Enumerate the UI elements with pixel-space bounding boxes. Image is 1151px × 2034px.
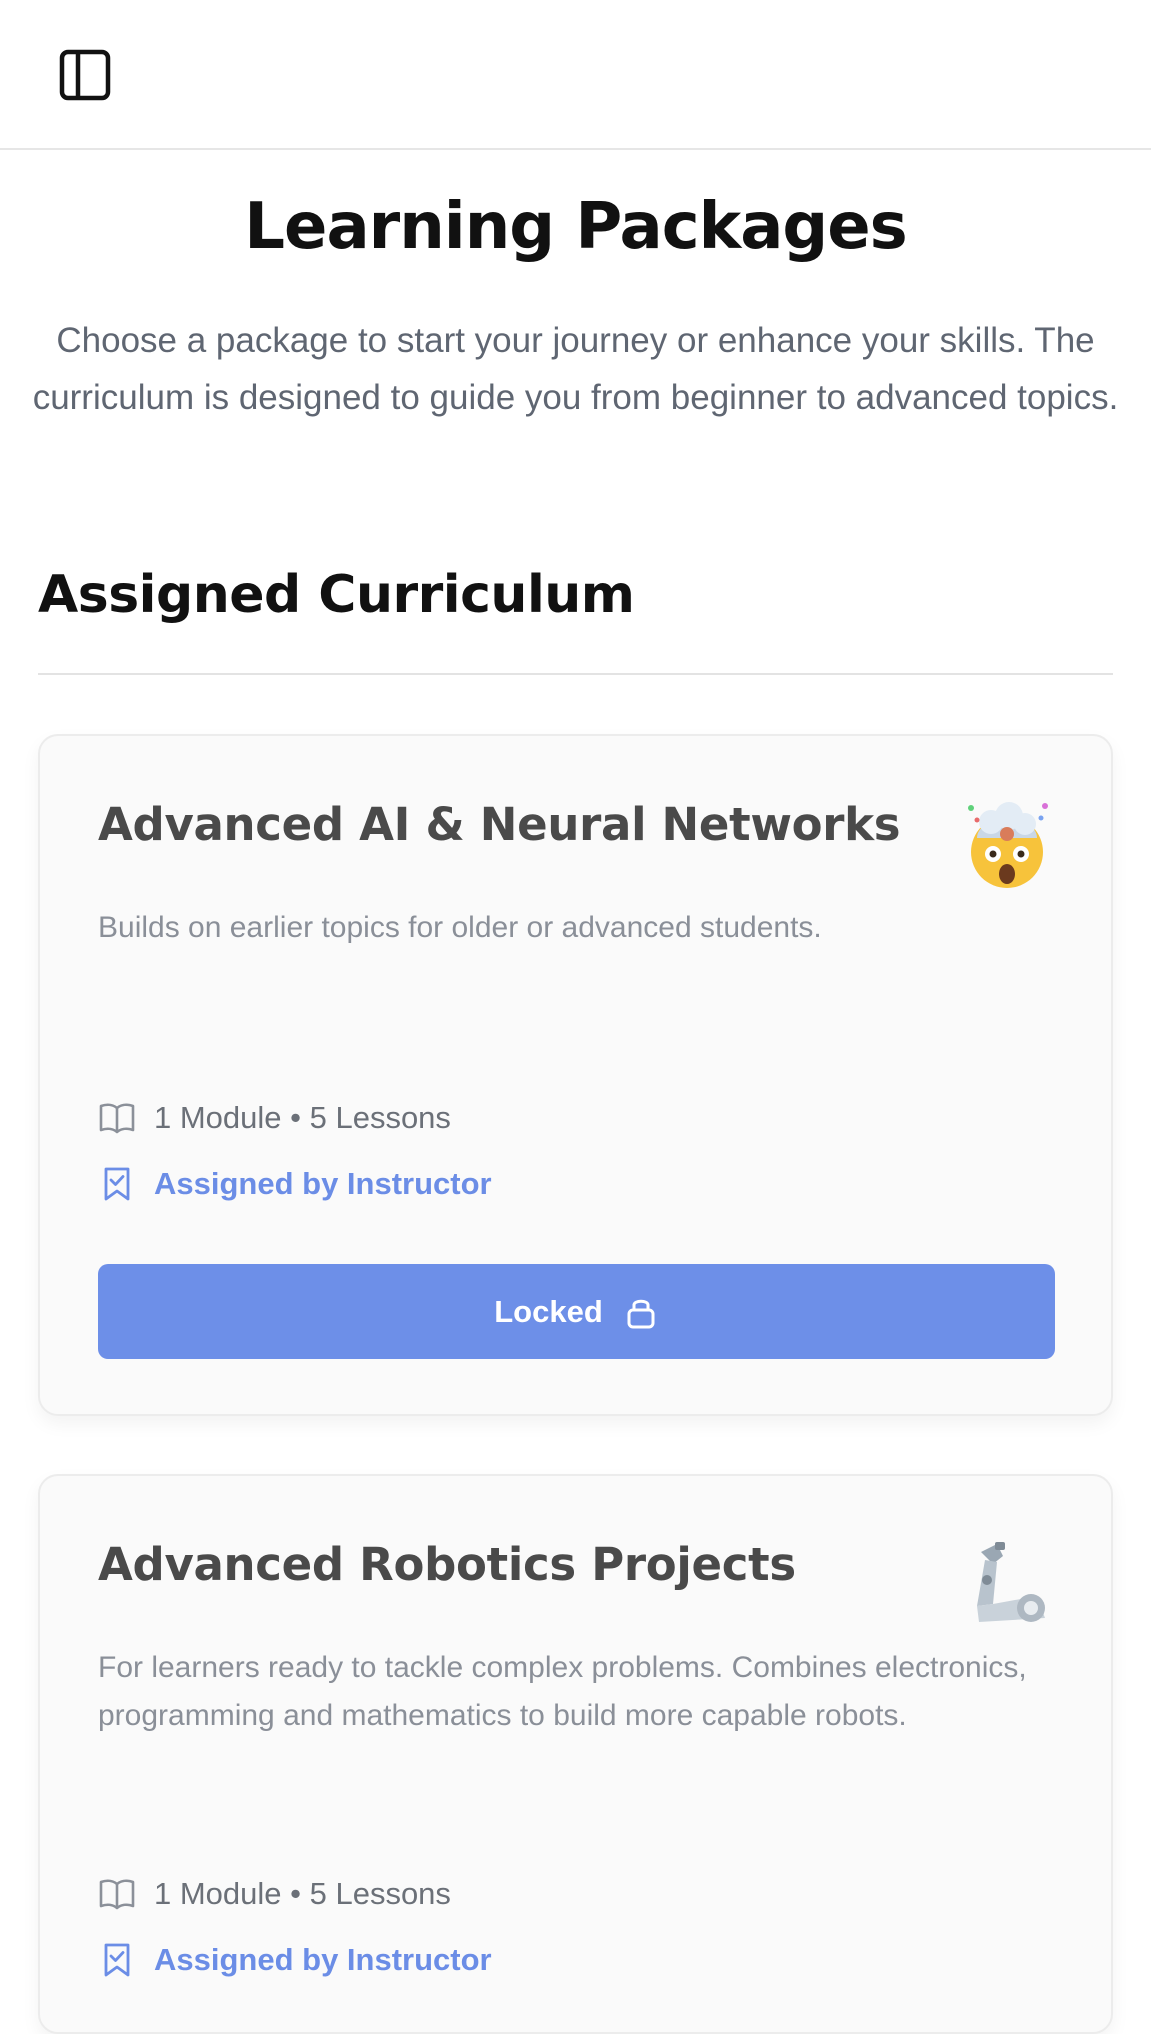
assigned-text: Assigned by Instructor bbox=[154, 1166, 492, 1201]
module-lesson-text: 1 Module • 5 Lessons bbox=[154, 1100, 451, 1135]
card-description: Builds on earlier topics for older or ad… bbox=[98, 911, 822, 944]
assigned-text: Assigned by Instructor bbox=[154, 1942, 492, 1977]
mechanical-arm-icon bbox=[959, 1534, 1055, 1630]
card-description: For learners ready to tackle complex pro… bbox=[98, 1651, 1027, 1732]
locked-button[interactable]: Locked bbox=[98, 1264, 1055, 1359]
locked-button-label: Locked bbox=[494, 1293, 603, 1329]
module-lesson-count: 1 Module • 5 Lessons bbox=[98, 1874, 451, 1914]
bookmark-check-icon bbox=[104, 1167, 130, 1201]
card-title: Advanced AI & Neural Networks bbox=[98, 798, 901, 851]
section-title: Assigned Curriculum bbox=[38, 565, 635, 625]
sidebar-toggle-icon[interactable] bbox=[58, 48, 112, 102]
card-title: Advanced Robotics Projects bbox=[98, 1538, 796, 1591]
bookmark-check-icon bbox=[104, 1943, 130, 1977]
top-bar bbox=[0, 0, 1151, 150]
package-card: Advanced Robotics Projects For learners … bbox=[38, 1474, 1113, 2034]
book-open-icon bbox=[99, 1103, 135, 1134]
package-card: Advanced AI & Neural Networks Builds on … bbox=[38, 734, 1113, 1416]
exploding-head-icon bbox=[959, 794, 1055, 890]
module-lesson-text: 1 Module • 5 Lessons bbox=[154, 1876, 451, 1911]
assigned-badge: Assigned by Instructor bbox=[98, 1164, 492, 1204]
page-subtitle: Choose a package to start your journey o… bbox=[32, 321, 1119, 417]
assigned-badge: Assigned by Instructor bbox=[98, 1940, 492, 1980]
lock-icon bbox=[627, 1299, 655, 1328]
book-open-icon bbox=[99, 1879, 135, 1910]
page-title: Learning Packages bbox=[244, 190, 907, 264]
section-divider bbox=[38, 673, 1113, 675]
module-lesson-count: 1 Module • 5 Lessons bbox=[98, 1098, 451, 1138]
